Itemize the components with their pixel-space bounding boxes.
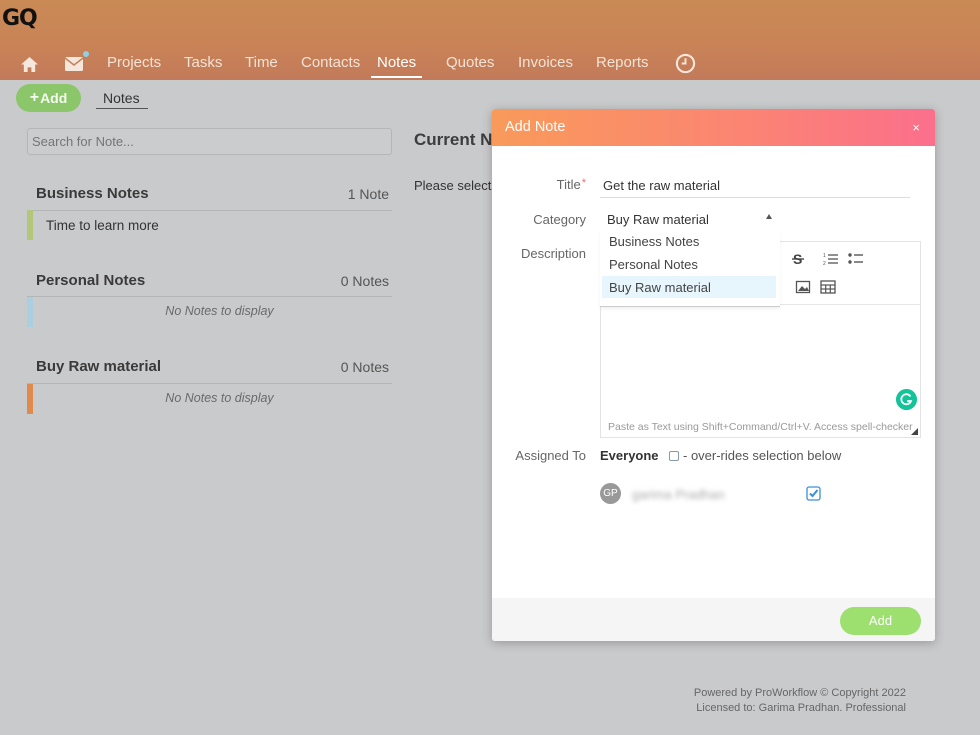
divider xyxy=(27,210,392,211)
add-note-button-label: Add xyxy=(40,90,68,106)
title-label-text: Title xyxy=(556,177,581,192)
divider xyxy=(27,383,392,384)
modal-add-button[interactable]: Add xyxy=(840,607,921,635)
tab-notes[interactable]: Notes xyxy=(96,89,148,109)
app-logo[interactable]: GQ xyxy=(2,6,38,31)
group-title-business: Business Notes xyxy=(36,185,149,202)
resize-handle[interactable] xyxy=(911,428,918,435)
required-marker: * xyxy=(581,177,586,189)
everyone-label: Everyone xyxy=(600,448,659,463)
main-nav: Projects Tasks Time Contacts Notes Quote… xyxy=(0,50,980,80)
nav-notes[interactable]: Notes xyxy=(371,54,423,78)
avatar: GP xyxy=(600,483,621,504)
mail-icon[interactable] xyxy=(65,57,83,71)
title-field[interactable]: Get the raw material xyxy=(600,175,910,198)
dropdown-option-personal[interactable]: Personal Notes xyxy=(602,253,776,275)
modal-header: Add Note × xyxy=(492,109,935,146)
category-color-bar xyxy=(27,210,33,240)
category-select[interactable]: Buy Raw material xyxy=(600,209,778,231)
category-dropdown: Business Notes Personal Notes Buy Raw ma… xyxy=(600,230,780,307)
caret-up-icon[interactable] xyxy=(766,214,772,219)
editor-hint: Paste as Text using Shift+Command/Ctrl+V… xyxy=(608,421,913,433)
override-label: - over-rides selection below xyxy=(683,448,842,463)
clock-icon[interactable] xyxy=(675,53,696,74)
empty-notes-text: No Notes to display xyxy=(165,304,274,318)
home-icon[interactable] xyxy=(20,56,39,73)
group-title-buy-raw: Buy Raw material xyxy=(36,358,162,375)
nav-tasks[interactable]: Tasks xyxy=(184,54,222,71)
add-note-button[interactable]: + Add xyxy=(16,84,81,112)
notification-dot xyxy=(83,51,89,57)
nav-quotes[interactable]: Quotes xyxy=(446,54,494,71)
search-input[interactable] xyxy=(27,128,392,155)
modal-title: Add Note xyxy=(505,119,566,135)
current-note-message: Please select xyxy=(414,178,492,193)
assigned-to-label: Assigned To xyxy=(515,448,586,463)
footer: Powered by ProWorkflow © Copyright 2022 … xyxy=(640,686,906,716)
footer-license: Licensed to: Garima Pradhan. Professiona… xyxy=(696,702,906,714)
description-label: Description xyxy=(520,246,586,261)
group-count-buy-raw: 0 Notes xyxy=(340,359,389,375)
empty-notes-text: No Notes to display xyxy=(165,391,274,405)
footer-copyright: Powered by ProWorkflow © Copyright 2022 xyxy=(693,687,906,699)
image-icon[interactable] xyxy=(795,279,811,295)
top-header: GQ Projects Tasks Time Contacts Notes Qu… xyxy=(0,0,980,80)
add-note-modal: Add Note × Title* Get the raw material C… xyxy=(492,109,935,641)
note-item[interactable]: Time to learn more xyxy=(46,218,159,233)
title-label: Title* xyxy=(557,177,586,192)
user-name: garima Pradhan xyxy=(632,487,725,502)
nav-time[interactable]: Time xyxy=(245,54,278,71)
override-checkbox[interactable] xyxy=(669,451,679,461)
dropdown-option-buy-raw[interactable]: Buy Raw material xyxy=(602,276,776,298)
group-title-personal: Personal Notes xyxy=(36,272,146,289)
ordered-list-icon[interactable]: 1 2 xyxy=(823,251,839,267)
nav-projects[interactable]: Projects xyxy=(107,54,161,71)
nav-contacts[interactable]: Contacts xyxy=(301,54,360,71)
unordered-list-icon[interactable] xyxy=(848,251,864,267)
category-label: Category xyxy=(533,212,586,227)
close-icon[interactable]: × xyxy=(912,120,920,135)
strikethrough-icon[interactable]: S xyxy=(791,251,807,267)
nav-invoices[interactable]: Invoices xyxy=(518,54,573,71)
user-checkbox[interactable] xyxy=(806,486,821,501)
svg-text:1: 1 xyxy=(823,253,826,259)
nav-reports[interactable]: Reports xyxy=(596,54,649,71)
plus-icon: + xyxy=(29,89,40,106)
group-count-business: 1 Note xyxy=(347,186,389,202)
table-icon[interactable] xyxy=(820,279,836,295)
current-note-title: Current N xyxy=(414,130,493,149)
grammarly-icon[interactable] xyxy=(896,389,917,410)
svg-text:2: 2 xyxy=(823,261,826,267)
dropdown-option-business[interactable]: Business Notes xyxy=(602,230,776,252)
group-count-personal: 0 Notes xyxy=(340,273,389,289)
divider xyxy=(27,296,392,297)
